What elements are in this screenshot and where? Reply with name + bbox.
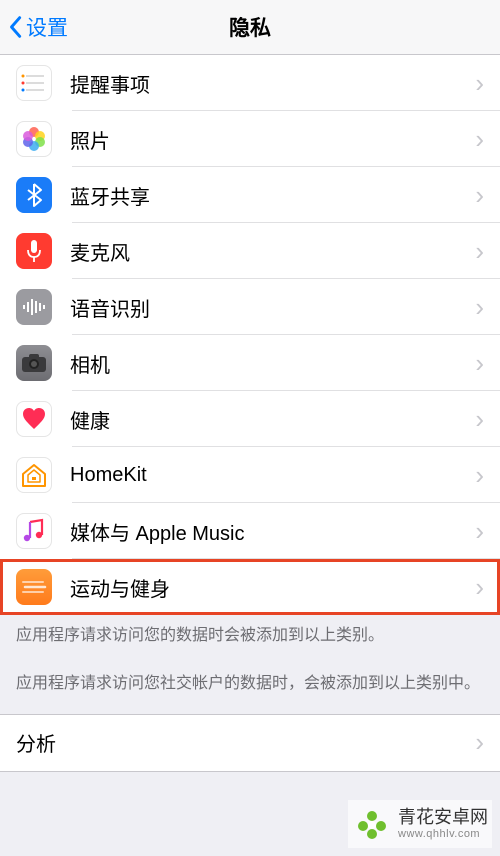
chevron-right-icon: › (475, 404, 484, 435)
row-analysis[interactable]: 分析 › (0, 715, 500, 771)
footer-note-1: 应用程序请求访问您的数据时会被添加到以上类别。 (0, 615, 500, 667)
music-icon (16, 513, 52, 549)
chevron-right-icon: › (475, 460, 484, 491)
row-label: 运动与健身 (70, 573, 475, 602)
row-label: 语音识别 (70, 293, 475, 322)
nav-header: 设置 隐私 (0, 0, 500, 55)
reminders-icon (16, 65, 52, 101)
row-label: 分析 (16, 728, 475, 757)
health-icon (16, 401, 52, 437)
photos-icon (16, 121, 52, 157)
row-label: 媒体与 Apple Music (70, 517, 475, 546)
watermark-name: 青花安卓网 (398, 808, 488, 828)
watermark-logo-icon (352, 804, 392, 844)
bluetooth-icon (16, 177, 52, 213)
chevron-right-icon: › (475, 348, 484, 379)
back-label: 设置 (26, 12, 68, 42)
back-button[interactable]: 设置 (0, 12, 68, 42)
row-reminders[interactable]: 提醒事项 › (0, 55, 500, 111)
motion-icon (16, 569, 52, 605)
row-label: 提醒事项 (70, 69, 475, 98)
row-music[interactable]: 媒体与 Apple Music › (0, 503, 500, 559)
chevron-right-icon: › (475, 727, 484, 758)
row-motion[interactable]: 运动与健身 › (0, 559, 500, 615)
microphone-icon (16, 233, 52, 269)
chevron-right-icon: › (475, 516, 484, 547)
row-homekit[interactable]: HomeKit › (0, 447, 500, 503)
chevron-right-icon: › (475, 236, 484, 267)
chevron-right-icon: › (475, 292, 484, 323)
row-bluetooth[interactable]: 蓝牙共享 › (0, 167, 500, 223)
chevron-right-icon: › (475, 68, 484, 99)
privacy-list: 提醒事项 › 照片 › 蓝牙共享 › 麦克风 › 语音识别 › 相机 › (0, 55, 500, 615)
chevron-right-icon: › (475, 124, 484, 155)
row-microphone[interactable]: 麦克风 › (0, 223, 500, 279)
row-health[interactable]: 健康 › (0, 391, 500, 447)
homekit-icon (16, 457, 52, 493)
chevron-right-icon: › (475, 572, 484, 603)
watermark: 青花安卓网 www.qhhlv.com (348, 800, 492, 848)
row-label: 照片 (70, 125, 475, 154)
page-title: 隐私 (229, 12, 271, 42)
camera-icon (16, 345, 52, 381)
row-label: 麦克风 (70, 237, 475, 266)
row-label: HomeKit (70, 464, 475, 487)
row-speech[interactable]: 语音识别 › (0, 279, 500, 335)
watermark-url: www.qhhlv.com (398, 828, 488, 840)
row-label: 健康 (70, 405, 475, 434)
analysis-section: 分析 › (0, 714, 500, 772)
row-label: 相机 (70, 349, 475, 378)
chevron-left-icon (8, 15, 22, 39)
row-label: 蓝牙共享 (70, 181, 475, 210)
row-photos[interactable]: 照片 › (0, 111, 500, 167)
row-camera[interactable]: 相机 › (0, 335, 500, 391)
footer-note-2: 应用程序请求访问您社交帐户的数据时，会被添加到以上类别中。 (0, 667, 500, 713)
speech-icon (16, 289, 52, 325)
chevron-right-icon: › (475, 180, 484, 211)
